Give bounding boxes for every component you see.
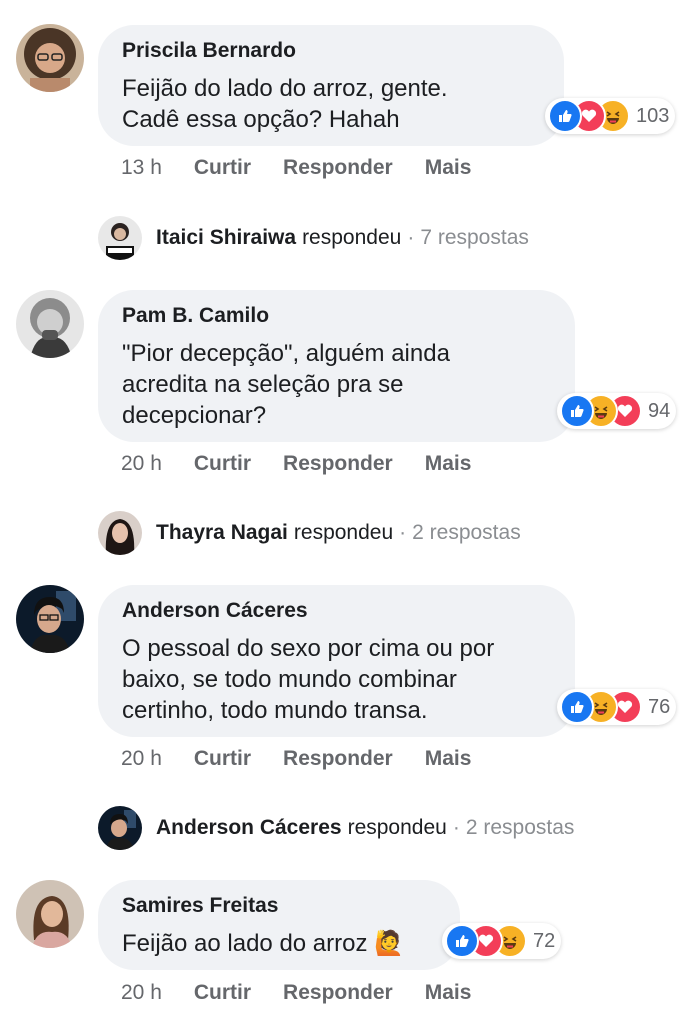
comment-author[interactable]: Samires Freitas <box>122 894 436 918</box>
comment-author[interactable]: Priscila Bernardo <box>122 39 540 63</box>
comment-bubble: Anderson Cáceres O pessoal do sexo por c… <box>98 585 575 737</box>
like-button[interactable]: Curtir <box>194 452 251 476</box>
avatar[interactable] <box>16 24 84 92</box>
reaction-count: 94 <box>648 399 671 422</box>
reply-author: Anderson Cáceres <box>156 816 342 839</box>
comment-text: Feijão do lado do arroz, gente. Cadê ess… <box>122 75 448 133</box>
comment-actions: 20 h Curtir Responder Mais <box>121 747 503 771</box>
reply-verb: respondeu <box>293 521 394 544</box>
reply-avatar <box>98 806 142 850</box>
like-button[interactable]: Curtir <box>194 981 251 1005</box>
reply-author: Thayra Nagai <box>156 521 288 544</box>
separator-dot: · <box>407 226 415 249</box>
view-replies-link[interactable]: Itaici Shiraiwa respondeu · 7 respostas <box>98 215 529 261</box>
view-replies-link[interactable]: Anderson Cáceres respondeu · 2 respostas <box>98 805 574 851</box>
reaction-count: 76 <box>648 695 671 718</box>
separator-dot: · <box>452 816 460 839</box>
avatar[interactable] <box>16 290 84 358</box>
reaction-summary[interactable]: 76 <box>557 689 677 725</box>
reaction-count: 72 <box>533 929 556 952</box>
reply-count: 7 respostas <box>420 226 529 249</box>
like-button[interactable]: Curtir <box>194 747 251 771</box>
like-icon <box>560 394 594 428</box>
reaction-summary[interactable]: 94 <box>557 393 677 429</box>
reply-avatar <box>98 511 142 555</box>
comment-text: O pessoal do sexo por cima ou por baixo,… <box>122 635 495 724</box>
comment-actions: 20 h Curtir Responder Mais <box>121 452 503 476</box>
view-replies-link[interactable]: Thayra Nagai respondeu · 2 respostas <box>98 510 521 556</box>
like-button[interactable]: Curtir <box>194 156 251 180</box>
reply-avatar <box>98 216 142 260</box>
comment-actions: 13 h Curtir Responder Mais <box>121 156 503 180</box>
avatar[interactable] <box>16 585 84 653</box>
avatar[interactable] <box>16 880 84 948</box>
comment-bubble: Pam B. Camilo "Pior decepção", alguém ai… <box>98 290 575 442</box>
comment-author[interactable]: Anderson Cáceres <box>122 599 551 623</box>
comment-timestamp[interactable]: 13 h <box>121 156 162 180</box>
comment-bubble: Priscila Bernardo Feijão do lado do arro… <box>98 25 564 146</box>
separator-dot: · <box>399 521 407 544</box>
reply-verb: respondeu <box>347 816 447 839</box>
reply-button[interactable]: Responder <box>283 747 393 771</box>
reaction-summary[interactable]: 72 <box>442 923 562 959</box>
more-button[interactable]: Mais <box>425 747 472 771</box>
reply-button[interactable]: Responder <box>283 452 393 476</box>
more-button[interactable]: Mais <box>425 452 472 476</box>
like-icon <box>548 99 582 133</box>
comment-timestamp[interactable]: 20 h <box>121 452 162 476</box>
more-button[interactable]: Mais <box>425 981 472 1005</box>
comment-timestamp[interactable]: 20 h <box>121 981 162 1005</box>
comment-text: Feijão ao lado do arroz 🙋 <box>122 930 405 957</box>
comment-timestamp[interactable]: 20 h <box>121 747 162 771</box>
reaction-count: 103 <box>636 104 670 127</box>
more-button[interactable]: Mais <box>425 156 472 180</box>
comment-text: "Pior decepção", alguém ainda acredita n… <box>122 340 450 429</box>
reply-author: Itaici Shiraiwa <box>156 226 297 249</box>
reply-count: 2 respostas <box>412 521 521 544</box>
like-icon <box>445 924 479 958</box>
comment-actions: 20 h Curtir Responder Mais <box>121 981 503 1005</box>
reaction-summary[interactable]: 103 <box>545 98 676 134</box>
like-icon <box>560 690 594 724</box>
comment-author[interactable]: Pam B. Camilo <box>122 304 551 328</box>
reply-button[interactable]: Responder <box>283 156 393 180</box>
reply-button[interactable]: Responder <box>283 981 393 1005</box>
reply-count: 2 respostas <box>465 816 575 839</box>
comment-bubble: Samires Freitas Feijão ao lado do arroz … <box>98 880 460 970</box>
reply-verb: respondeu <box>302 226 402 249</box>
